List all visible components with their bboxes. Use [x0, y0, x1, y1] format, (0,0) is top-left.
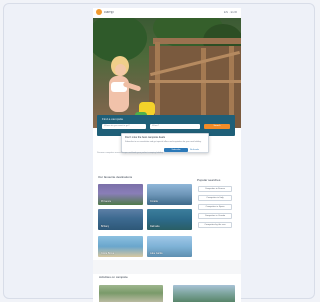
destination-label: Provence — [101, 200, 112, 203]
newsletter-popup: Don't miss the best campsite deals Subsc… — [121, 133, 209, 153]
site-header: camp EN · EUR — [93, 8, 241, 18]
search-pill[interactable]: Campsites in Italy — [198, 195, 232, 201]
intro-text: Discover campsites across Europe and boo… — [97, 152, 164, 154]
playhouse-rail — [149, 80, 241, 83]
child-face — [115, 64, 126, 76]
camping-section-title: Activities on campsite — [99, 275, 128, 279]
destinations-title: Our favourite destinations — [98, 175, 133, 179]
logo-text[interactable]: camp — [104, 9, 114, 15]
playhouse-roof — [153, 38, 241, 44]
destination-tile[interactable]: Croatia — [147, 184, 192, 205]
search-button[interactable]: Search — [204, 124, 230, 129]
header-links[interactable]: EN · EUR — [224, 9, 237, 15]
logo-icon[interactable] — [96, 9, 102, 15]
campsite-photo[interactable] — [99, 285, 163, 302]
destination-label: Dalmatia — [150, 225, 160, 228]
popup-title: Don't miss the best campsite deals — [125, 136, 165, 139]
destination-label: Brittany — [101, 225, 110, 228]
dates-input[interactable]: When? — [150, 124, 200, 129]
popular-searches-title: Popular searches — [197, 178, 221, 182]
destination-tile[interactable]: Costa Brava — [98, 236, 143, 257]
search-pill[interactable]: Campsites by the sea — [198, 222, 232, 228]
destination-tile[interactable]: Provence — [98, 184, 143, 205]
destination-tile[interactable]: Lake Garda — [147, 236, 192, 257]
destination-tile[interactable]: Brittany — [98, 209, 143, 230]
destination-label: Lake Garda — [150, 252, 163, 255]
destination-tile[interactable]: Dalmatia — [147, 209, 192, 230]
campsite-photo[interactable] — [173, 285, 235, 302]
search-pill[interactable]: Campsites in France — [198, 186, 232, 192]
search-pill[interactable]: Campsites in Croatia — [198, 213, 232, 219]
hero-image — [93, 18, 241, 128]
search-title: Find a campsite — [102, 117, 124, 121]
search-pill[interactable]: Campsites in Spain — [198, 204, 232, 210]
website-page: camp EN · EUR Find a campsite Where do y… — [93, 8, 241, 302]
destination-input[interactable]: Where do you want to go? — [102, 124, 146, 129]
destination-label: Croatia — [150, 200, 158, 203]
section-divider — [93, 260, 241, 274]
destination-label: Costa Brava — [101, 252, 115, 255]
popup-text: Subscribe to our newsletter and get spec… — [125, 141, 202, 143]
